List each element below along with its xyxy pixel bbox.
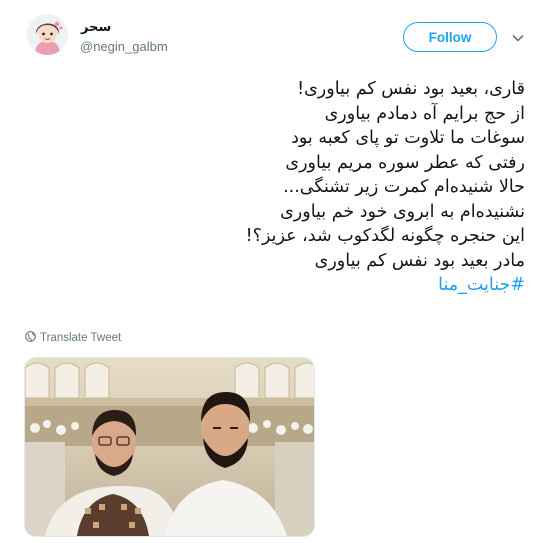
hashtag-link[interactable]: #جنایت_منا: [25, 273, 525, 298]
tweet-line: نشنیده‌ام به ابروی خود خم بیاوری: [280, 201, 525, 222]
tweet-photo[interactable]: [24, 357, 315, 537]
avatar[interactable]: [27, 14, 68, 55]
globe-icon: [25, 331, 36, 345]
tweet-line: این حنجره چگونه لگدکوب شد، عزیز؟!: [245, 226, 525, 246]
tweet-line: قاری، بعید بود نفس کم بیاوری!: [297, 79, 525, 99]
follow-button[interactable]: Follow: [403, 22, 497, 52]
tweet-line: حالا شنیده‌ام کمرت زیر تشنگی...: [283, 177, 525, 197]
chevron-down-icon[interactable]: [511, 30, 525, 44]
display-name[interactable]: سحر: [81, 20, 111, 35]
translate-label: Translate Tweet: [40, 332, 122, 344]
user-handle[interactable]: @negin_galbm: [80, 39, 168, 54]
tweet-line: رفتی که عطر سوره مریم بیاوری: [285, 152, 525, 173]
translate-tweet-link[interactable]: Translate Tweet: [25, 331, 121, 345]
tweet-line: مادر بعید بود نفس کم بیاوری: [314, 250, 525, 271]
tweet-text: قاری، بعید بود نفس کم بیاوری! از حج برای…: [25, 77, 525, 298]
tweet-line: از حج برایم آه دمادم بیاوری: [324, 103, 525, 124]
tweet-line: سوغات ما تلاوت تو پای کعبه بود: [291, 128, 525, 148]
